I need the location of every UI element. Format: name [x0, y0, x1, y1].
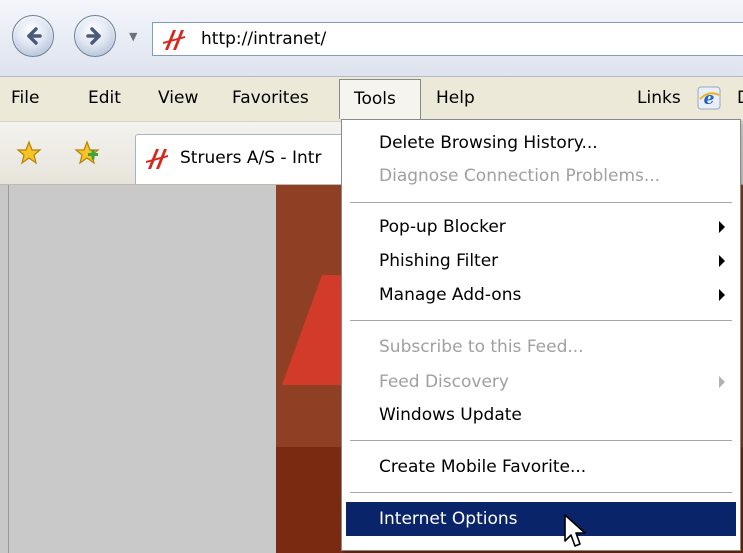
menu-item-label: Diagnose Connection Problems... — [379, 166, 661, 186]
menu-item-label: Feed Discovery — [379, 372, 509, 392]
submenu-arrow-icon — [719, 255, 725, 267]
menu-file[interactable]: File — [11, 87, 39, 109]
links-item-truncated[interactable]: D — [737, 87, 743, 109]
menu-help[interactable]: Help — [436, 87, 475, 109]
address-field-container[interactable] — [152, 22, 743, 56]
menu-view[interactable]: View — [158, 87, 198, 109]
menu-item-label: Pop-up Blocker — [379, 217, 506, 237]
menu-tools-label: Tools — [354, 89, 396, 109]
content-left-pane — [8, 185, 277, 553]
mouse-cursor-icon — [564, 514, 586, 547]
menu-item-label: Internet Options — [379, 509, 518, 529]
menu-tools[interactable]: Tools — [339, 79, 421, 119]
menu-item-popup-blocker[interactable]: Pop-up Blocker — [346, 210, 736, 244]
arrow-right-icon — [86, 27, 101, 45]
recent-pages-chevron-icon[interactable]: ▼ — [129, 30, 137, 43]
menu-item-label: Delete Browsing History... — [379, 133, 598, 153]
menu-item-label: Subscribe to this Feed... — [379, 337, 584, 357]
struers-logo-icon — [163, 30, 185, 50]
arrow-left-icon — [27, 27, 42, 45]
menu-item-label: Create Mobile Favorite... — [379, 457, 587, 477]
forward-button[interactable] — [74, 15, 116, 57]
menu-item-phishing-filter[interactable]: Phishing Filter — [346, 244, 736, 278]
back-button[interactable] — [12, 15, 54, 57]
menu-item-windows-update[interactable]: Windows Update — [346, 398, 736, 432]
menu-favorites[interactable]: Favorites — [232, 87, 309, 109]
tab-title: Struers A/S - Intr — [180, 148, 322, 168]
submenu-arrow-icon — [719, 376, 725, 388]
menu-bar: File Edit View Favorites Tools Help Link… — [0, 77, 743, 122]
menu-item-feed-discovery: Feed Discovery — [346, 365, 736, 399]
struers-logo-icon — [146, 149, 168, 169]
menu-item-create-mobile-favorite[interactable]: Create Mobile Favorite... — [346, 450, 736, 484]
menu-separator — [350, 320, 732, 321]
address-bar-area: ▼ — [0, 0, 743, 77]
menu-item-manage-addons[interactable]: Manage Add-ons — [346, 278, 736, 312]
svg-text:e: e — [704, 89, 715, 109]
menu-item-label: Manage Add-ons — [379, 285, 522, 305]
tab-struers[interactable]: Struers A/S - Intr — [135, 134, 365, 184]
ie-logo-icon[interactable]: e — [697, 86, 721, 110]
favorites-star-icon[interactable] — [16, 140, 42, 166]
submenu-arrow-icon — [719, 221, 725, 233]
menu-item-subscribe-feed: Subscribe to this Feed... — [346, 330, 736, 364]
menu-item-diagnose-connection: Diagnose Connection Problems... — [346, 159, 736, 193]
menu-edit[interactable]: Edit — [88, 87, 121, 109]
menu-item-delete-browsing-history[interactable]: Delete Browsing History... — [346, 126, 736, 160]
menu-item-label: Phishing Filter — [379, 251, 499, 271]
menu-separator — [350, 492, 732, 493]
address-input[interactable] — [201, 27, 701, 51]
menu-item-internet-options[interactable]: Internet Options — [346, 502, 736, 536]
menu-separator — [350, 202, 732, 203]
add-favorite-star-icon[interactable] — [74, 140, 100, 166]
links-label[interactable]: Links — [637, 87, 681, 109]
menu-separator — [350, 440, 732, 441]
tools-dropdown-menu: Delete Browsing History... Diagnose Conn… — [341, 119, 741, 551]
submenu-arrow-icon — [719, 289, 725, 301]
menu-item-label: Windows Update — [379, 405, 522, 425]
